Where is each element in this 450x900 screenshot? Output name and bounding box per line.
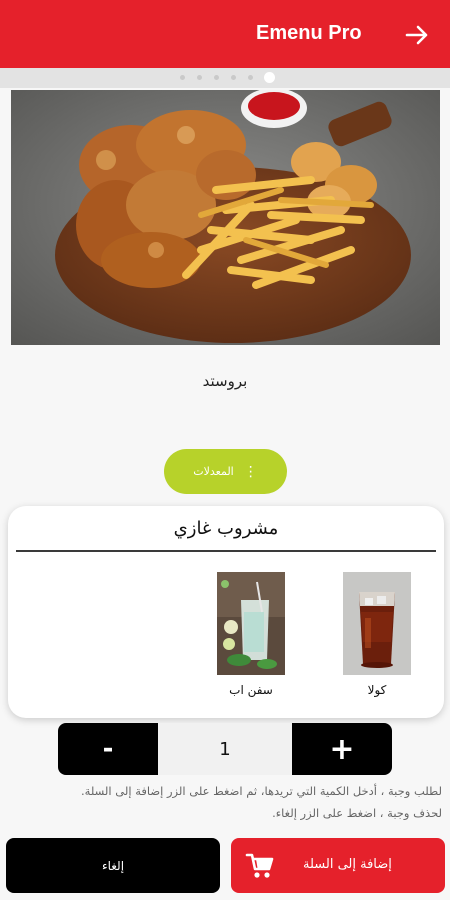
dish-photo	[11, 90, 440, 345]
dish-name: بروستد	[202, 372, 248, 390]
option-group-title: مشروب غازي	[173, 518, 279, 539]
cancel-button[interactable]: إلغاء	[6, 838, 220, 893]
option-7up[interactable]: سفن اب	[216, 572, 286, 697]
modifiers-button[interactable]: المعدلات ⋮	[164, 449, 287, 494]
instruction-line-add: لطلب وجبة ، أدخل الكمية التي تريدها، ثم …	[81, 784, 442, 798]
pager-dot[interactable]	[214, 75, 219, 80]
instruction-line-cancel: لحذف وجبة ، اضغط على الزر إلغاء.	[272, 806, 442, 820]
pager-dot-active[interactable]	[264, 72, 275, 83]
cart-icon	[245, 853, 274, 878]
image-pager	[0, 68, 450, 88]
pager-dot[interactable]	[248, 75, 253, 80]
add-to-cart-label: إضافة إلى السلة	[303, 857, 392, 872]
quantity-value[interactable]: 1	[158, 723, 292, 775]
decrease-quantity-button[interactable]: -	[58, 723, 158, 775]
modifiers-label: المعدلات	[193, 465, 234, 478]
option-cola[interactable]: كولا	[342, 572, 412, 697]
divider	[16, 550, 436, 552]
cancel-label: إلغاء	[101, 858, 125, 873]
kebab-menu-icon: ⋮	[243, 463, 258, 480]
pager-dot[interactable]	[231, 75, 236, 80]
option-label: سفن اب	[229, 683, 273, 697]
7up-image	[217, 572, 285, 675]
arrow-right-icon[interactable]	[402, 20, 432, 50]
app-title: Emenu Pro	[256, 22, 362, 44]
dish-image	[11, 90, 440, 345]
pager-dot[interactable]	[197, 75, 202, 80]
option-group-card: مشروب غازي كولا سفن اب	[8, 506, 444, 718]
option-label: كولا	[367, 683, 387, 697]
increase-quantity-button[interactable]: +	[292, 723, 392, 775]
pager-dot[interactable]	[180, 75, 185, 80]
add-to-cart-button[interactable]: إضافة إلى السلة	[231, 838, 445, 893]
app-bar: Emenu Pro	[0, 0, 450, 68]
cola-image	[343, 572, 411, 675]
